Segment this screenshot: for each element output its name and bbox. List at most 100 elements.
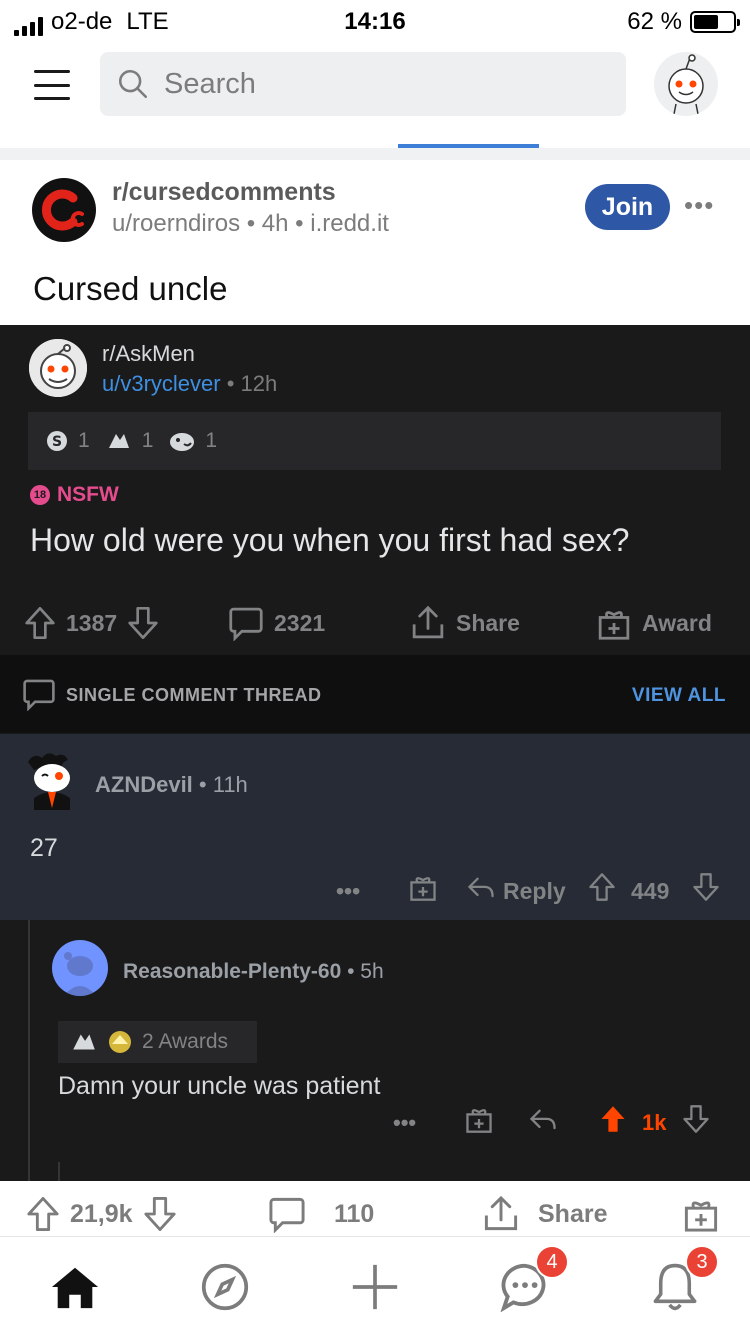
post-share-button[interactable]: Share	[482, 1195, 607, 1233]
award-group: Award	[596, 605, 712, 641]
cursedcomments-logo-icon	[41, 189, 84, 231]
nsfw-badge: 18	[30, 485, 50, 505]
award-count: 1	[78, 429, 90, 452]
comment-author: AZNDevil • 11h	[95, 772, 248, 798]
askmen-subreddit: r/AskMen	[102, 341, 195, 366]
post-meta: u/roerndiros • 4h • i.redd.it	[112, 210, 389, 237]
subreddit-logo[interactable]	[32, 178, 96, 242]
comment-more-icon: •••	[393, 1110, 417, 1135]
reply-icon	[467, 877, 494, 898]
askmen-post-title: How old were you when you first had sex?	[30, 522, 630, 558]
wholesome-hands-icon	[73, 1034, 95, 1050]
nav-inbox[interactable]: 3	[647, 1245, 719, 1315]
downvote-icon[interactable]	[143, 1195, 177, 1233]
post-comments-button[interactable]: 110	[268, 1195, 374, 1233]
battery-percent: 62 %	[627, 8, 682, 35]
comment-actions: ••• 1k	[0, 1104, 750, 1144]
nsfw-tag: 18 NSFW	[30, 483, 119, 507]
comment-author: Reasonable-Plenty-60 • 5h	[123, 960, 384, 984]
divider	[0, 148, 750, 160]
nav-chat[interactable]: 4	[497, 1245, 569, 1315]
compass-icon	[201, 1263, 249, 1311]
comment-icon	[229, 607, 263, 641]
post-actions: 21,9k 110 Share	[0, 1181, 750, 1237]
award-count: 1	[205, 429, 218, 452]
upvote-icon	[25, 606, 55, 639]
post-vote-count: 21,9k	[70, 1199, 133, 1228]
nav-home[interactable]	[47, 1259, 103, 1315]
share-label: Share	[456, 609, 520, 636]
user-avatar	[52, 940, 108, 996]
chat-badge: 4	[535, 1245, 569, 1279]
comment-icon	[23, 679, 55, 711]
askmen-username: u/v3ryclever	[102, 371, 221, 396]
gift-icon	[684, 1201, 718, 1232]
menu-icon[interactable]	[34, 70, 70, 100]
award-item: 1	[106, 429, 154, 453]
post-image[interactable]: r/AskMen u/v3ryclever • 12h S 1 1 1 18 N…	[0, 325, 750, 1181]
askmen-actions: 1387 2321 Share Award	[0, 595, 750, 655]
wholesome-hands-icon	[108, 434, 129, 448]
battery-icon	[690, 11, 740, 33]
snoo-icon	[29, 339, 87, 397]
award-label: Award	[642, 609, 712, 636]
askmen-avatar	[29, 339, 87, 397]
upvote-active-icon	[601, 1106, 625, 1132]
downvote-icon	[683, 1105, 709, 1133]
helpful-award-icon	[109, 1031, 131, 1053]
thread-line	[58, 1162, 60, 1181]
comment-age: • 5h	[341, 960, 384, 983]
comment-age: • 11h	[192, 772, 248, 797]
comment-azndevil: AZNDevil • 11h 27 ••• Reply 449	[0, 734, 750, 920]
awards-label: 2 Awards	[142, 1030, 228, 1053]
comment-count: 2321	[274, 609, 326, 636]
comment-more-icon: •••	[336, 878, 361, 904]
nav-explore[interactable]	[197, 1259, 253, 1315]
comments-group: 2321	[228, 605, 325, 641]
askmen-user-line: u/v3ryclever • 12h	[102, 371, 277, 397]
comment-username: Reasonable-Plenty-60	[123, 960, 342, 983]
gift-icon	[466, 1109, 492, 1133]
award-item: 1	[169, 429, 217, 453]
more-options-icon[interactable]: •••	[684, 190, 714, 221]
share-icon	[412, 605, 444, 639]
silver-award-icon: S	[47, 431, 67, 451]
post-title: Cursed uncle	[33, 270, 228, 307]
comment-reasonable-plenty: Reasonable-Plenty-60 • 5h 2 Awards Damn …	[0, 920, 750, 1181]
comment-body: Damn your uncle was patient	[58, 1072, 381, 1100]
post-header: r/cursedcomments u/roerndiros • 4h • i.r…	[0, 160, 750, 325]
reply-label: Reply	[503, 878, 566, 904]
award-count: 1	[141, 429, 154, 452]
comment-vote-count: 449	[631, 878, 670, 904]
inbox-badge: 3	[685, 1245, 719, 1279]
snoo-avatar-icon	[28, 753, 70, 810]
reply-icon	[529, 1109, 556, 1130]
search-input[interactable]: Search	[100, 52, 626, 116]
battery-info: 62 %	[627, 8, 740, 36]
svg-text:S: S	[52, 434, 62, 450]
comment-icon	[269, 1197, 305, 1233]
vote-group: 1387	[24, 605, 159, 641]
post-award-button[interactable]	[682, 1195, 720, 1233]
askmen-age: • 12h	[226, 371, 278, 396]
search-icon	[118, 69, 148, 99]
comment-awards: 2 Awards	[58, 1021, 257, 1063]
vote-count: 1387	[66, 609, 118, 636]
plus-icon	[352, 1264, 398, 1310]
downvote-icon	[128, 606, 158, 639]
bottom-nav: 4 3	[0, 1236, 750, 1334]
view-all-link: VIEW ALL	[631, 685, 726, 706]
gift-icon	[598, 611, 630, 640]
subreddit-name[interactable]: r/cursedcomments	[112, 178, 336, 207]
nav-create[interactable]	[347, 1259, 403, 1315]
award-bar: S 1 1 1	[28, 412, 721, 470]
downvote-icon	[693, 873, 719, 901]
upvote-icon[interactable]	[26, 1195, 60, 1233]
single-thread-label: SINGLE COMMENT THREAD	[66, 685, 322, 705]
award-item: S 1	[46, 429, 90, 453]
comment-vote-count: 1k	[642, 1110, 667, 1135]
top-bar: Search	[0, 44, 750, 148]
status-bar: o2-de LTE 14:16 62 %	[0, 0, 750, 44]
join-button[interactable]: Join	[585, 184, 670, 230]
user-avatar[interactable]	[654, 52, 718, 116]
